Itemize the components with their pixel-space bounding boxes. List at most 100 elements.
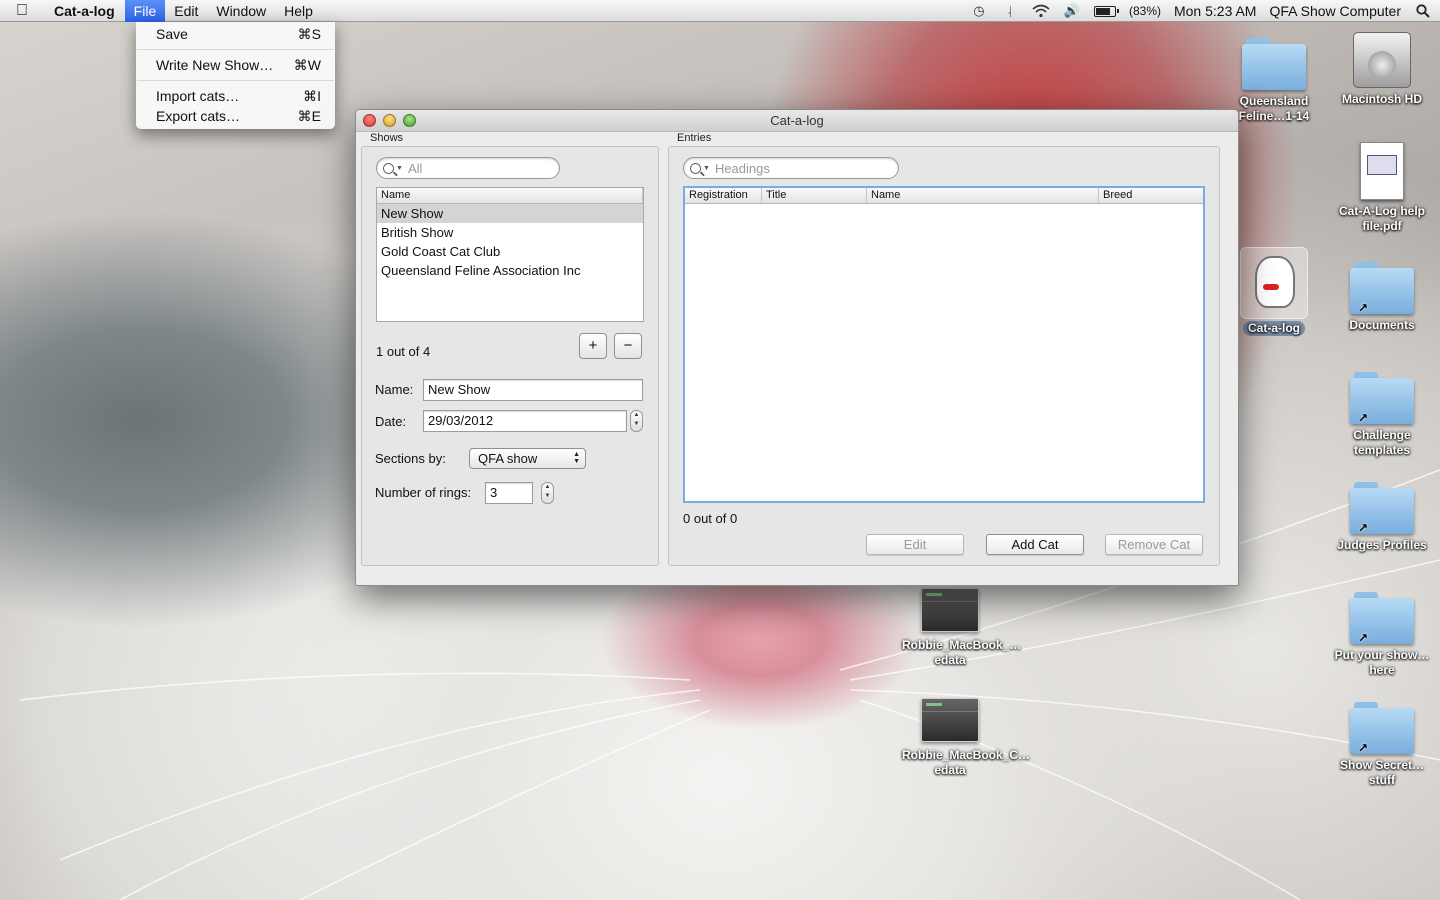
- show-row[interactable]: British Show: [377, 223, 643, 242]
- date-label: Date:: [375, 414, 407, 429]
- popup-arrows-icon: ▲ ▼: [573, 451, 580, 465]
- catalog-window: Cat-a-log Shows ▼ All Name New Show Brit…: [355, 109, 1239, 586]
- menu-item-shortcut: ⌘E: [297, 108, 321, 124]
- menu-separator: [137, 49, 334, 50]
- desktop-folder-queensland[interactable]: Queensland Feline…1-14: [1226, 38, 1322, 124]
- desktop-file-robbie-2[interactable]: Robbie_MacBook_C…edata: [902, 698, 1030, 778]
- shows-panel: ▼ All Name New Show British Show Gold Co…: [361, 146, 659, 566]
- menu-help[interactable]: Help: [275, 0, 322, 22]
- entries-search-field[interactable]: ▼ Headings: [683, 157, 899, 179]
- desktop-folder-show-secret[interactable]: ↗ Show Secret…stuff: [1334, 702, 1430, 788]
- desktop-icon-label: Challenge templates: [1353, 428, 1411, 457]
- menu-item-shortcut: ⌘W: [293, 57, 321, 73]
- desktop-icon-label: Queensland Feline…1-14: [1238, 94, 1310, 123]
- shows-search-field[interactable]: ▼ All: [376, 157, 560, 179]
- show-name-field[interactable]: New Show: [423, 379, 643, 401]
- search-icon: [690, 162, 701, 174]
- folder-icon: [1242, 38, 1306, 90]
- desktop-drive-macintosh-hd[interactable]: Macintosh HD: [1334, 32, 1430, 107]
- entries-table[interactable]: Registration Title Name Breed: [683, 186, 1205, 503]
- clock[interactable]: Mon 5:23 AM: [1174, 3, 1257, 19]
- entries-section-label: Entries: [677, 132, 712, 144]
- battery-fill: [1095, 7, 1111, 15]
- folder-icon: ↗: [1350, 592, 1414, 645]
- show-date-field[interactable]: 29/03/2012: [423, 410, 627, 432]
- column-header-title[interactable]: Title: [762, 188, 867, 203]
- show-row[interactable]: Gold Coast Cat Club: [377, 242, 643, 261]
- bluetooth-icon[interactable]: ᛆ: [1001, 3, 1019, 19]
- alias-arrow-icon: ↗: [1358, 741, 1369, 755]
- column-header-breed[interactable]: Breed: [1099, 188, 1203, 203]
- show-row[interactable]: Queensland Feline Association Inc: [377, 261, 643, 280]
- wifi-icon[interactable]: [1032, 3, 1050, 19]
- desktop-icon-label: Documents: [1349, 318, 1415, 332]
- rings-label: Number of rings:: [375, 485, 472, 500]
- menu-item-label: Export cats…: [156, 108, 241, 124]
- alias-arrow-icon: ↗: [1358, 631, 1369, 645]
- zoom-button[interactable]: [403, 114, 416, 127]
- desktop-app-catalog[interactable]: Cat-a-log: [1226, 247, 1322, 336]
- date-stepper[interactable]: ▲ ▼: [630, 410, 643, 432]
- remove-show-button[interactable]: −: [614, 333, 642, 359]
- menu-item-label: Save: [156, 26, 188, 42]
- desktop-icon-label: Cat-A-Log help file.pdf: [1339, 204, 1425, 233]
- search-icon: [383, 162, 394, 174]
- column-header-name[interactable]: Name: [867, 188, 1099, 203]
- menu-item-import-cats[interactable]: Import cats… ⌘I: [136, 86, 335, 106]
- catalog-app-icon: [1240, 247, 1308, 319]
- entries-search-placeholder: Headings: [714, 160, 770, 176]
- volume-icon[interactable]: 🔊: [1063, 3, 1081, 19]
- time-machine-icon[interactable]: ◷: [970, 3, 988, 19]
- app-menu[interactable]: Cat-a-log: [44, 0, 125, 22]
- column-header-name[interactable]: Name: [377, 188, 643, 203]
- menu-item-write-new-show[interactable]: Write New Show… ⌘W: [136, 55, 335, 75]
- desktop-folder-challenge[interactable]: ↗ Challenge templates: [1334, 372, 1430, 458]
- status-area: ◷ ᛆ 🔊 (83%) Mon 5:23 AM QFA Show Compute…: [970, 0, 1432, 22]
- sections-by-label: Sections by:: [375, 451, 446, 466]
- desktop-icon-label: Robbie_MacBook_…edata: [902, 638, 1022, 667]
- pdf-document-icon: [1360, 142, 1404, 200]
- shows-table: Name New Show British Show Gold Coast Ca…: [376, 187, 644, 322]
- desktop-icon-label: Judges Profiles: [1337, 538, 1427, 552]
- sections-by-value: QFA show: [478, 451, 538, 466]
- desktop-file-robbie-1[interactable]: Robbie_MacBook_…edata: [902, 588, 1022, 668]
- menu-file[interactable]: File: [124, 0, 166, 22]
- add-cat-button[interactable]: Add Cat: [986, 534, 1084, 555]
- menu-item-export-cats[interactable]: Export cats… ⌘E: [136, 106, 335, 126]
- user-name[interactable]: QFA Show Computer: [1269, 3, 1401, 19]
- menu-item-label: Import cats…: [156, 88, 240, 104]
- alias-arrow-icon: ↗: [1358, 301, 1369, 315]
- rings-stepper[interactable]: ▲ ▼: [541, 482, 554, 504]
- menu-item-label: Write New Show…: [156, 57, 274, 73]
- show-row[interactable]: New Show: [377, 204, 643, 223]
- close-button[interactable]: [363, 114, 376, 127]
- file-menu-dropdown: Save ⌘S Write New Show… ⌘W Import cats… ⌘I …: [136, 22, 335, 129]
- battery-icon[interactable]: [1093, 5, 1119, 17]
- add-show-button[interactable]: +: [579, 333, 607, 359]
- remove-cat-button[interactable]: Remove Cat: [1105, 534, 1203, 555]
- menu-item-save[interactable]: Save ⌘S: [136, 24, 335, 44]
- menu-separator: [137, 80, 334, 81]
- spotlight-icon[interactable]: [1414, 3, 1432, 19]
- desktop-icon-label: Put your show…here: [1334, 648, 1430, 677]
- entries-panel: ▼ Headings Registration Title Name Breed…: [668, 146, 1220, 566]
- column-header-registration[interactable]: Registration: [685, 188, 762, 203]
- desktop-file-help-pdf[interactable]: Cat-A-Log help file.pdf: [1334, 142, 1430, 234]
- menu-edit[interactable]: Edit: [165, 0, 207, 22]
- window-titlebar[interactable]: Cat-a-log: [356, 110, 1238, 132]
- desktop-folder-judges[interactable]: ↗ Judges Profiles: [1334, 482, 1430, 553]
- apple-menu-icon[interactable]: : [0, 2, 44, 20]
- entries-count: 0 out of 0: [683, 511, 738, 526]
- sections-by-popup[interactable]: QFA show ▲ ▼: [469, 448, 586, 469]
- desktop-folder-documents[interactable]: ↗ Documents: [1334, 262, 1430, 333]
- folder-icon: ↗: [1350, 262, 1414, 315]
- name-label: Name:: [375, 382, 414, 397]
- desktop-folder-put-show[interactable]: ↗ Put your show…here: [1334, 592, 1430, 678]
- desktop-icon-label: Macintosh HD: [1341, 92, 1422, 106]
- rings-field[interactable]: 3: [485, 482, 533, 504]
- desktop-icon-label: Show Secret…stuff: [1339, 758, 1425, 787]
- menu-window[interactable]: Window: [207, 0, 275, 22]
- minimize-button[interactable]: [383, 114, 396, 127]
- dropdown-arrow-icon: ▼: [396, 164, 403, 172]
- edit-button[interactable]: Edit: [866, 534, 964, 555]
